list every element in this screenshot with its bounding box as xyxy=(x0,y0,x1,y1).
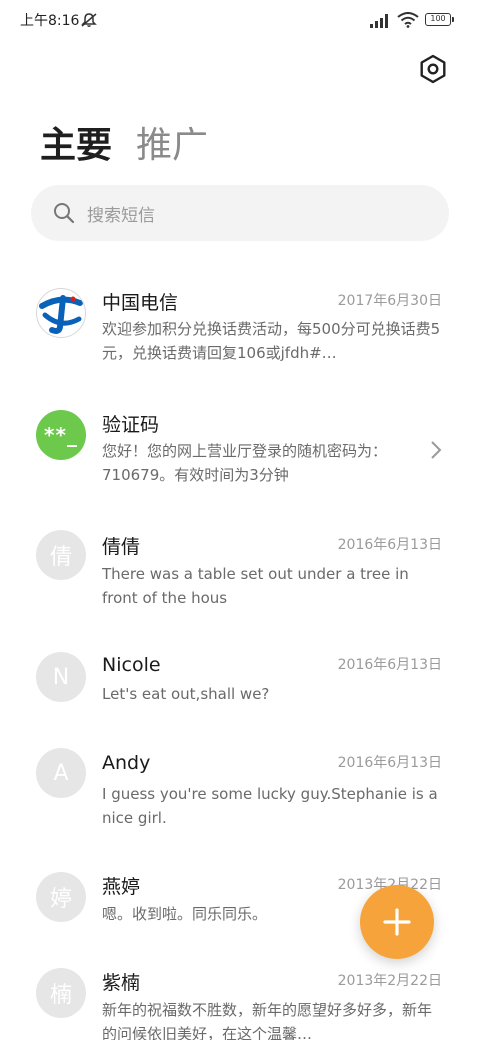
compose-button[interactable] xyxy=(360,885,434,959)
conversation-item[interactable]: N Nicole 2016年6月13日 Let's eat out,shall … xyxy=(0,632,480,722)
chevron-right-icon[interactable] xyxy=(428,439,444,461)
conversation-item[interactable]: 倩 倩倩 2016年6月13日 There was a table set ou… xyxy=(0,512,480,622)
contact-name: Andy xyxy=(102,752,151,774)
search-input[interactable]: 搜索短信 xyxy=(31,185,449,241)
message-date: 2016年6月13日 xyxy=(337,537,442,553)
message-preview: 新年的祝福数不胜数，新年的愿望好多好多，新年的问候依旧美好，在这个温馨… xyxy=(102,1001,433,1040)
contact-name: Nicole xyxy=(102,654,161,676)
china-telecom-logo-icon xyxy=(39,295,83,334)
avatar: 婷 xyxy=(36,872,86,922)
message-preview: Let's eat out,shall we? xyxy=(102,685,270,703)
tab-bar: 主要 推广 xyxy=(40,108,232,168)
avatar: 倩 xyxy=(36,530,86,580)
bell-muted-icon xyxy=(81,13,97,27)
message-preview: 您好！您的网上营业厅登录的随机密码为：710679。有效时间为3分钟 xyxy=(102,442,388,484)
contact-name: 紫楠 xyxy=(102,972,141,994)
message-preview: I guess you're some lucky guy.Stephanie … xyxy=(102,785,438,827)
contact-name: 中国电信 xyxy=(102,292,179,314)
battery-indicator: 100 xyxy=(425,13,454,26)
conversation-item[interactable]: 楠 紫楠 2013年2月22日 新年的祝福数不胜数，新年的愿望好多好多，新年的问… xyxy=(0,950,480,1040)
avatar: 楠 xyxy=(36,968,86,1018)
message-preview: 欢迎参加积分兑换话费活动，每500分可兑换话费5元，兑换话费请回复106或jfd… xyxy=(102,320,441,362)
conversation-item[interactable]: 中国电信 2017年6月30日 欢迎参加积分兑换话费活动，每500分可兑换话费5… xyxy=(0,270,480,380)
contact-name: 验证码 xyxy=(102,414,160,436)
message-date: 2016年6月13日 xyxy=(337,657,442,673)
avatar: **_ xyxy=(36,410,86,460)
search-icon xyxy=(54,203,75,224)
status-time: 上午8:16 xyxy=(20,13,80,29)
search-placeholder: 搜索短信 xyxy=(87,206,155,226)
avatar xyxy=(36,288,86,338)
message-preview: There was a table set out under a tree i… xyxy=(102,565,409,607)
tab-promotion[interactable]: 推广 xyxy=(136,116,208,168)
tab-main[interactable]: 主要 xyxy=(40,116,112,168)
avatar: N xyxy=(36,652,86,702)
wifi-icon xyxy=(397,12,419,28)
status-bar: 上午8:16 100 xyxy=(0,0,480,40)
contact-name: 燕婷 xyxy=(102,876,141,898)
settings-hexagon-icon[interactable] xyxy=(418,54,448,84)
avatar: A xyxy=(36,748,86,798)
signal-icon xyxy=(370,14,388,28)
contact-name: 倩倩 xyxy=(102,536,141,558)
conversation-item[interactable]: **_ 验证码 您好！您的网上营业厅登录的随机密码为：710679。有效时间为3… xyxy=(0,390,480,500)
plus-icon xyxy=(383,908,411,936)
conversation-item[interactable]: A Andy 2016年6月13日 I guess you're some lu… xyxy=(0,730,480,840)
message-date: 2016年6月13日 xyxy=(337,755,442,771)
message-date: 2017年6月30日 xyxy=(337,293,442,309)
message-date: 2013年2月22日 xyxy=(337,973,442,989)
